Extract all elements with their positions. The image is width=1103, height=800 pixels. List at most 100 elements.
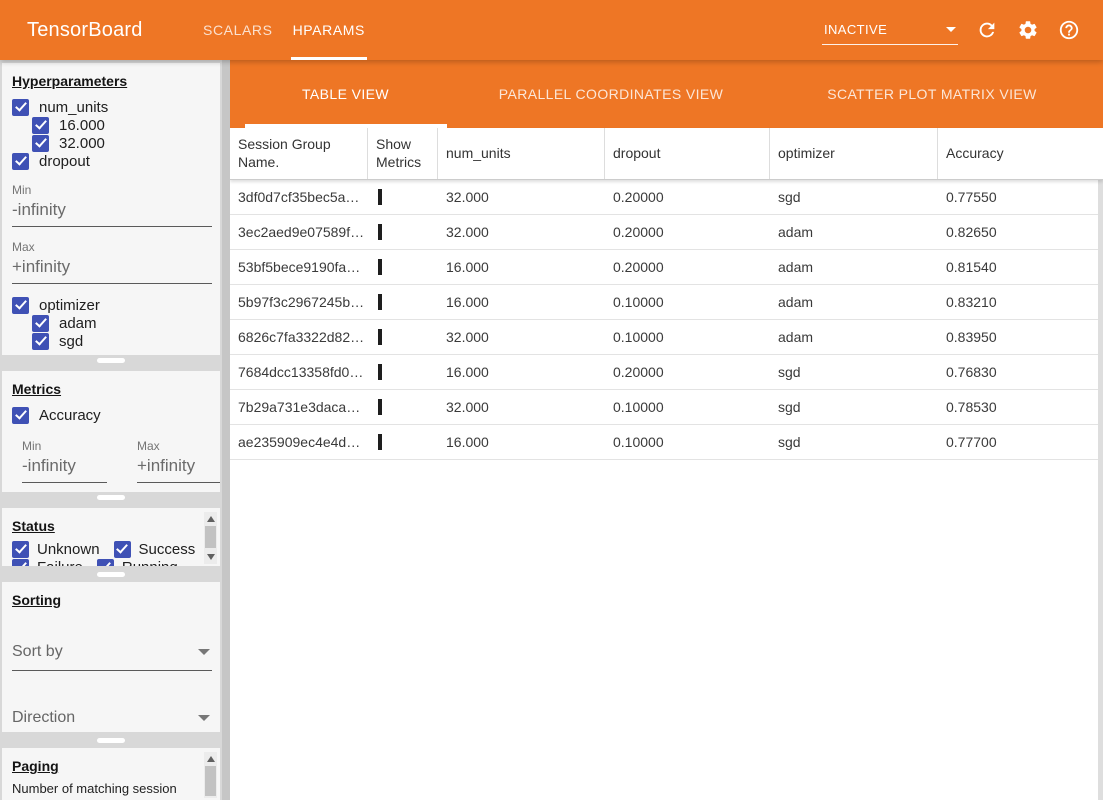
- cell-num-units: 16.000: [438, 364, 605, 380]
- app-bar: TensorBoard SCALARS HPARAMS INACTIVE: [0, 0, 1103, 60]
- checkbox-checked-icon[interactable]: [32, 315, 49, 332]
- status-running[interactable]: Running: [97, 559, 178, 567]
- show-metrics-checkbox[interactable]: [378, 224, 382, 240]
- scrollbar-thumb[interactable]: [205, 766, 216, 796]
- gear-icon[interactable]: [1016, 18, 1040, 42]
- checkbox-checked-icon[interactable]: [12, 541, 29, 558]
- sort-by-dropdown[interactable]: Sort by: [12, 641, 212, 671]
- dropout-max-input[interactable]: +infinity: [12, 254, 212, 284]
- col-dropout[interactable]: dropout: [605, 128, 770, 179]
- table-row: 7684dcc13358fd0… 16.000 0.20000 sgd 0.76…: [230, 355, 1103, 390]
- show-metrics-checkbox[interactable]: [378, 189, 382, 205]
- dropout-min-input[interactable]: -infinity: [12, 197, 212, 227]
- help-icon[interactable]: [1057, 18, 1081, 42]
- status-scrollbar[interactable]: [204, 512, 217, 564]
- dropout-min-label: Min: [12, 183, 210, 197]
- cell-session-id: 53bf5bece9190fa…: [230, 259, 368, 275]
- col-show-metrics[interactable]: Show Metrics: [368, 128, 438, 179]
- scroll-up-icon[interactable]: [207, 756, 215, 762]
- cell-accuracy: 0.76830: [938, 364, 1103, 380]
- status-success[interactable]: Success: [114, 541, 196, 558]
- col-num-units[interactable]: num_units: [438, 128, 605, 179]
- status-unknown[interactable]: Unknown: [12, 541, 100, 558]
- run-status-dropdown[interactable]: INACTIVE: [822, 22, 958, 45]
- show-metrics-checkbox[interactable]: [378, 294, 382, 310]
- checkbox-checked-icon[interactable]: [12, 99, 29, 116]
- cell-accuracy: 0.77550: [938, 189, 1103, 205]
- hparam-label: num_units: [39, 99, 108, 116]
- hparam-num-units[interactable]: num_units: [12, 98, 210, 116]
- status-failure[interactable]: Failure: [12, 559, 83, 567]
- sessions-table: Session Group Name. Show Metrics num_uni…: [230, 128, 1103, 460]
- scroll-down-icon[interactable]: [207, 554, 215, 560]
- cell-num-units: 32.000: [438, 189, 605, 205]
- cell-optimizer: adam: [770, 259, 938, 275]
- main-content: TABLE VIEW PARALLEL COORDINATES VIEW SCA…: [230, 60, 1103, 800]
- col-session-group-name[interactable]: Session Group Name.: [230, 128, 368, 179]
- tab-parallel-coordinates-view[interactable]: PARALLEL COORDINATES VIEW: [461, 60, 761, 128]
- tab-scatter-plot-matrix-view[interactable]: SCATTER PLOT MATRIX VIEW: [761, 60, 1103, 128]
- show-metrics-checkbox[interactable]: [378, 364, 382, 380]
- checkbox-checked-icon[interactable]: [12, 297, 29, 314]
- checkbox-checked-icon[interactable]: [32, 117, 49, 134]
- table-scrollbar[interactable]: [1098, 128, 1103, 800]
- sorting-heading: Sorting: [12, 592, 210, 608]
- cell-dropout: 0.10000: [605, 434, 770, 450]
- scroll-up-icon[interactable]: [207, 516, 215, 522]
- checkbox-checked-icon[interactable]: [12, 407, 29, 424]
- hyperparameters-heading: Hyperparameters: [12, 73, 210, 89]
- col-accuracy[interactable]: Accuracy: [938, 128, 1103, 179]
- show-metrics-checkbox[interactable]: [378, 329, 382, 345]
- show-metrics-checkbox[interactable]: [378, 259, 382, 275]
- metric-label: Accuracy: [39, 407, 101, 424]
- cell-dropout: 0.20000: [605, 364, 770, 380]
- hparam-optimizer-sgd[interactable]: sgd: [32, 332, 210, 350]
- dropout-max-label: Max: [12, 240, 210, 254]
- cell-session-id: ae235909ec4e4d…: [230, 434, 368, 450]
- direction-placeholder: Direction: [12, 709, 75, 727]
- section-metrics: Metrics Accuracy Min -infinity Max +infi…: [2, 371, 220, 492]
- hparam-num-units-16[interactable]: 16.000: [32, 116, 210, 134]
- section-sorting: Sorting Sort by Direction: [2, 582, 220, 732]
- direction-dropdown[interactable]: Direction: [12, 707, 212, 732]
- checkbox-checked-icon[interactable]: [12, 153, 29, 170]
- cell-optimizer: adam: [770, 224, 938, 240]
- accuracy-min-input[interactable]: -infinity: [22, 453, 107, 483]
- cell-dropout: 0.20000: [605, 259, 770, 275]
- run-status-value: INACTIVE: [824, 22, 887, 37]
- tab-hparams[interactable]: HPARAMS: [283, 0, 375, 60]
- section-paging: Paging Number of matching session groups…: [2, 748, 220, 800]
- reload-icon[interactable]: [975, 18, 999, 42]
- checkbox-checked-icon[interactable]: [32, 333, 49, 350]
- show-metrics-checkbox[interactable]: [378, 434, 382, 450]
- hparam-num-units-32[interactable]: 32.000: [32, 134, 210, 152]
- chevron-down-icon: [198, 715, 210, 721]
- cell-dropout: 0.20000: [605, 224, 770, 240]
- col-optimizer[interactable]: optimizer: [770, 128, 938, 179]
- checkbox-checked-icon[interactable]: [114, 541, 131, 558]
- hparam-value-label: 32.000: [59, 135, 105, 152]
- section-resize-handle[interactable]: [97, 572, 125, 577]
- paging-scrollbar[interactable]: [204, 752, 217, 798]
- sidebar-scrollbar[interactable]: [222, 60, 230, 800]
- cell-dropout: 0.10000: [605, 329, 770, 345]
- hparam-dropout[interactable]: dropout: [12, 152, 210, 170]
- tab-table-view[interactable]: TABLE VIEW: [230, 60, 461, 128]
- section-resize-handle[interactable]: [97, 495, 125, 500]
- tab-scalars[interactable]: SCALARS: [193, 0, 283, 60]
- tab-hparams-label: HPARAMS: [293, 22, 365, 38]
- checkbox-checked-icon[interactable]: [32, 135, 49, 152]
- hparam-optimizer-adam[interactable]: adam: [32, 314, 210, 332]
- cell-session-id: 7b29a731e3daca…: [230, 399, 368, 415]
- scrollbar-thumb[interactable]: [205, 526, 216, 548]
- checkbox-checked-icon[interactable]: [12, 559, 29, 567]
- hparam-value-label: 16.000: [59, 117, 105, 134]
- section-resize-handle[interactable]: [97, 738, 125, 743]
- metric-accuracy[interactable]: Accuracy: [12, 406, 210, 424]
- section-resize-handle[interactable]: [97, 358, 125, 363]
- hparam-optimizer[interactable]: optimizer: [12, 296, 210, 314]
- accuracy-max-input[interactable]: +infinity: [137, 453, 220, 483]
- checkbox-checked-icon[interactable]: [97, 559, 114, 567]
- cell-optimizer: sgd: [770, 189, 938, 205]
- show-metrics-checkbox[interactable]: [378, 399, 382, 415]
